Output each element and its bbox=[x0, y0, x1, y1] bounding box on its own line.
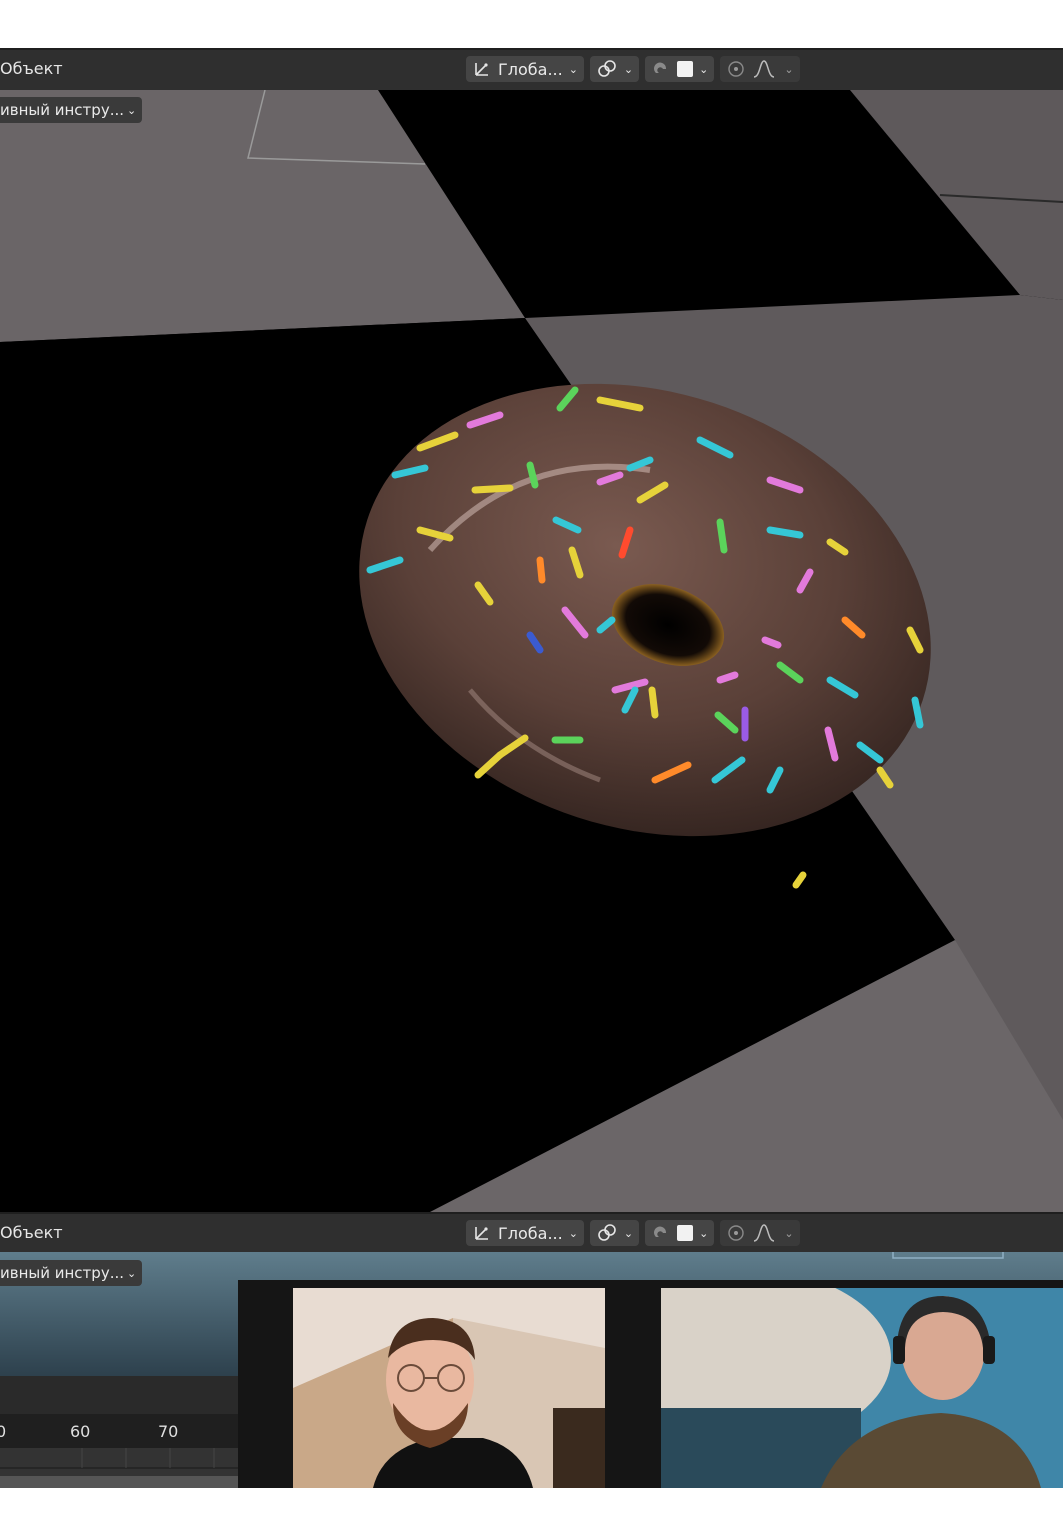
chevron-down-icon: ⌄ bbox=[127, 103, 137, 117]
viewport-header: Объект Глоба... ⌄ ⌄ ⌄ ⌄ bbox=[0, 48, 1063, 90]
active-tool-label: ивный инстру... bbox=[0, 101, 124, 119]
transform-axes-icon bbox=[475, 1227, 488, 1240]
3d-viewport[interactable] bbox=[0, 90, 1063, 1212]
transform-axes-icon bbox=[475, 63, 488, 76]
proportional-edit-icon bbox=[728, 61, 745, 77]
chevron-down-icon: ⌄ bbox=[699, 62, 709, 76]
chevron-down-icon: ⌄ bbox=[623, 1226, 634, 1240]
participant-feed bbox=[293, 1288, 605, 1488]
participant-video[interactable] bbox=[661, 1288, 1063, 1488]
snap-magnet-icon bbox=[654, 62, 667, 73]
timeline-tick: 70 bbox=[158, 1422, 179, 1441]
timeline-ruler: 0 60 70 bbox=[0, 1414, 238, 1448]
chevron-down-icon: ⌄ bbox=[127, 1266, 137, 1280]
floor-tile bbox=[430, 940, 1063, 1212]
active-tool-dropdown[interactable]: ивный инстру... ⌄ bbox=[0, 1260, 143, 1286]
chevron-down-icon: ⌄ bbox=[568, 62, 578, 76]
chevron-down-icon: ⌄ bbox=[623, 62, 634, 76]
transform-orientation-dropdown[interactable]: Глоба... ⌄ bbox=[466, 1220, 584, 1246]
video-call-panel bbox=[238, 1280, 1063, 1488]
link-snap-icon bbox=[598, 60, 616, 77]
timeline-panel[interactable]: 0 60 70 bbox=[0, 1376, 238, 1488]
timeline-tick: 60 bbox=[70, 1422, 91, 1441]
chevron-down-icon: ⌄ bbox=[784, 1226, 794, 1240]
snap-magnet-icon bbox=[654, 1226, 667, 1237]
viewport-header-secondary: Объект Глоба... ⌄ ⌄ ⌄ ⌄ bbox=[0, 1212, 1063, 1254]
transform-orientation-label: Глоба... bbox=[498, 59, 563, 79]
transform-orientation-label: Глоба... bbox=[498, 1223, 563, 1243]
header-tools: Глоба... ⌄ ⌄ ⌄ ⌄ bbox=[466, 56, 800, 82]
falloff-curve-icon bbox=[754, 1224, 775, 1242]
participant-feed bbox=[661, 1288, 1063, 1488]
object-menu[interactable]: Объект bbox=[0, 1223, 63, 1242]
active-tool-label: ивный инстру... bbox=[0, 1264, 124, 1282]
timeline-tick: 0 bbox=[0, 1422, 7, 1441]
link-snap-icon bbox=[598, 1224, 616, 1241]
proportional-edit-toggle[interactable]: ⌄ bbox=[720, 56, 800, 82]
chevron-down-icon: ⌄ bbox=[568, 1226, 578, 1240]
proportional-edit-toggle[interactable]: ⌄ bbox=[720, 1220, 800, 1246]
pivot-point-dropdown[interactable]: ⌄ bbox=[589, 56, 640, 82]
timeline-grid bbox=[0, 1448, 238, 1488]
color-swatch-icon bbox=[677, 1225, 694, 1241]
color-swatch-icon bbox=[677, 61, 694, 77]
pivot-point-dropdown[interactable]: ⌄ bbox=[589, 1220, 640, 1246]
transform-orientation-dropdown[interactable]: Глоба... ⌄ bbox=[466, 56, 584, 82]
object-menu[interactable]: Объект bbox=[0, 59, 63, 78]
active-tool-dropdown[interactable]: ивный инстру... ⌄ bbox=[0, 97, 143, 123]
floor-tile bbox=[0, 90, 525, 342]
snap-toggle[interactable]: ⌄ bbox=[645, 56, 715, 82]
proportional-edit-icon bbox=[728, 1225, 745, 1241]
snap-toggle[interactable]: ⌄ bbox=[645, 1220, 715, 1246]
render-canvas bbox=[0, 90, 1063, 1212]
falloff-curve-icon bbox=[754, 60, 775, 78]
timeline-tracks[interactable] bbox=[0, 1448, 238, 1488]
bottom-margin bbox=[0, 1488, 1063, 1535]
top-margin bbox=[0, 0, 1063, 50]
header-tools: Глоба... ⌄ ⌄ ⌄ ⌄ bbox=[466, 1220, 800, 1246]
chevron-down-icon: ⌄ bbox=[784, 62, 794, 76]
participant-video[interactable] bbox=[293, 1288, 605, 1488]
chevron-down-icon: ⌄ bbox=[699, 1226, 709, 1240]
